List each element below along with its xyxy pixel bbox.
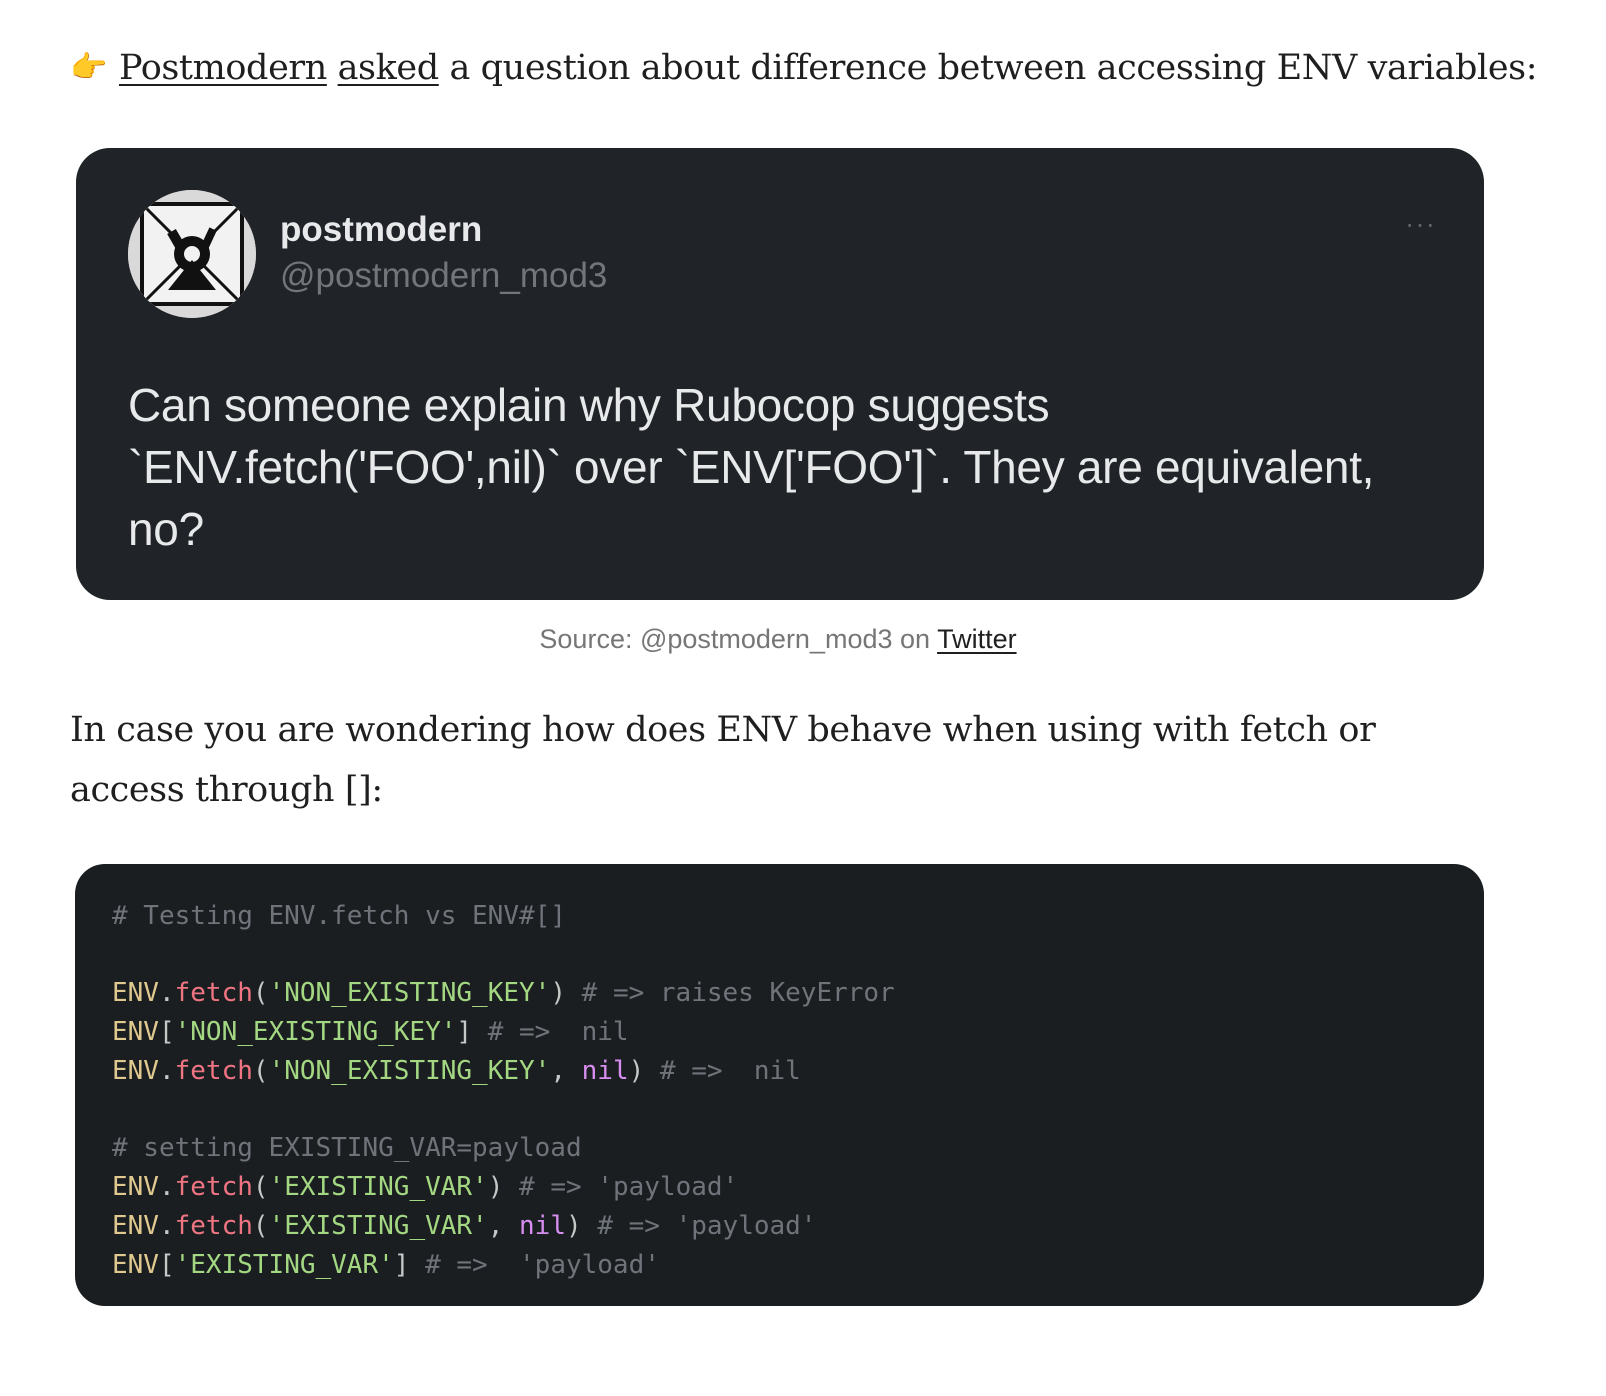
code-token-punct: , — [550, 1056, 582, 1086]
code-token-comment: # Testing ENV.fetch vs ENV#[] — [112, 901, 566, 931]
code-line: ENV.fetch('EXISTING_VAR', nil) # => 'pay… — [112, 1210, 816, 1242]
tweet-text-line: no? — [128, 503, 204, 555]
intro-text: a question about difference between acce… — [449, 48, 1538, 88]
code-token-string: 'EXISTING_VAR' — [268, 1172, 488, 1202]
pointing-hand-icon: 👉 — [70, 50, 107, 85]
more-options-icon[interactable]: ··· — [1405, 210, 1436, 238]
code-line: ENV['NON_EXISTING_KEY'] # => nil — [112, 1016, 629, 1048]
code-token-punct: ( — [252, 1172, 269, 1202]
code-token-comment: # => nil — [659, 1056, 801, 1086]
code-token-punct: ( — [252, 1211, 269, 1241]
twitter-link[interactable]: Twitter — [937, 624, 1017, 654]
code-token-const: ENV — [112, 1211, 159, 1241]
code-token-method: fetch — [174, 978, 253, 1008]
tweet-text: Can someone explain why Rubocop suggests… — [128, 374, 1448, 560]
code-token-const: ENV — [112, 978, 159, 1008]
code-line: ENV.fetch('NON_EXISTING_KEY') # => raise… — [112, 977, 895, 1009]
avatar[interactable] — [128, 190, 256, 318]
code-token-punct: , — [487, 1211, 520, 1241]
code-token-kw: nil — [519, 1211, 566, 1241]
code-token-comment: # => 'payload' — [519, 1172, 739, 1202]
code-token-punct: . — [158, 978, 175, 1008]
code-token-method: fetch — [174, 1211, 253, 1241]
code-token-punct: ) — [628, 1056, 660, 1086]
code-token-comment: # => nil — [487, 1017, 629, 1047]
code-token-method: fetch — [174, 1056, 253, 1086]
code-token-method: fetch — [174, 1172, 253, 1202]
code-line: ENV.fetch('NON_EXISTING_KEY', nil) # => … — [112, 1055, 801, 1087]
code-line: ENV['EXISTING_VAR'] # => 'payload' — [112, 1249, 660, 1281]
author-handle[interactable]: @postmodern_mod3 — [280, 256, 607, 296]
code-line: # Testing ENV.fetch vs ENV#[] — [112, 900, 566, 932]
code-token-punct: [ — [158, 1250, 175, 1280]
code-token-punct: ( — [252, 978, 269, 1008]
code-line: # setting EXISTING_VAR=payload — [112, 1132, 582, 1164]
code-token-const: ENV — [112, 1056, 159, 1086]
code-token-punct: ) — [566, 1211, 598, 1241]
code-token-const: ENV — [112, 1017, 159, 1047]
code-token-punct: [ — [158, 1017, 175, 1047]
code-token-string: 'EXISTING_VAR' — [268, 1211, 488, 1241]
avatar-image — [128, 190, 256, 318]
caption-text: Source: @postmodern_mod3 on — [539, 624, 931, 654]
code-token-string: 'NON_EXISTING_KEY' — [174, 1017, 457, 1047]
code-token-comment: # setting EXISTING_VAR=payload — [112, 1133, 582, 1163]
code-line: ENV.fetch('EXISTING_VAR') # => 'payload' — [112, 1171, 738, 1203]
author-name[interactable]: postmodern — [280, 210, 482, 250]
code-token-string: 'NON_EXISTING_KEY' — [268, 978, 551, 1008]
code-token-comment: # => 'payload' — [425, 1250, 660, 1280]
code-block: # Testing ENV.fetch vs ENV#[] ENV.fetch('… — [75, 864, 1484, 1306]
asked-link[interactable]: asked — [338, 48, 440, 88]
tweet-text-line: `ENV.fetch('FOO',nil)` over `ENV['FOO']`… — [128, 441, 1375, 493]
code-token-punct: ( — [252, 1056, 269, 1086]
tweet-text-line: Can someone explain why Rubocop suggests — [128, 379, 1050, 431]
code-token-string: 'EXISTING_VAR' — [174, 1250, 394, 1280]
code-token-kw: nil — [581, 1056, 629, 1086]
code-token-punct: ] — [456, 1017, 488, 1047]
code-token-comment: # => 'payload' — [597, 1211, 817, 1241]
postmodern-link[interactable]: Postmodern — [119, 48, 327, 88]
code-token-punct: . — [158, 1172, 175, 1202]
code-token-comment: # => raises KeyError — [581, 978, 895, 1008]
body-paragraph: In case you are wondering how does ENV b… — [70, 710, 1376, 810]
intro-sentence: 👉 Postmodern asked a question about diffe… — [70, 40, 1550, 96]
code-token-const: ENV — [112, 1172, 159, 1202]
tweet-caption: Source: @postmodern_mod3 on Twitter — [0, 624, 1556, 655]
tweet-embed[interactable]: postmodern @postmodern_mod3 ··· Can some… — [76, 148, 1484, 600]
code-token-punct: . — [158, 1056, 175, 1086]
code-token-punct: ) — [550, 978, 582, 1008]
code-token-string: 'NON_EXISTING_KEY' — [268, 1056, 551, 1086]
code-token-punct: ) — [487, 1172, 520, 1202]
code-token-punct: . — [158, 1211, 175, 1241]
code-token-const: ENV — [112, 1250, 159, 1280]
code-token-punct: ] — [393, 1250, 426, 1280]
